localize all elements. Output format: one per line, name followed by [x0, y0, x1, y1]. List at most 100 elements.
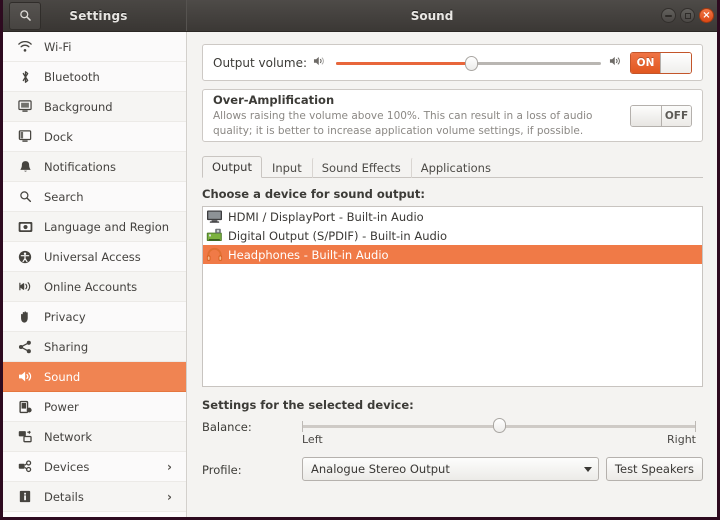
- balance-slider[interactable]: [302, 418, 696, 434]
- sidebar-item-label: Power: [44, 399, 79, 414]
- chevron-right-icon: ›: [167, 489, 172, 504]
- tab-input[interactable]: Input: [262, 157, 312, 178]
- slider-handle[interactable]: [493, 418, 506, 433]
- toggle-knob: [660, 52, 691, 73]
- sound-settings-content: Output volume: ON Over-Amplification All…: [188, 32, 717, 517]
- details-info-icon: [15, 490, 35, 503]
- over-amplification-toggle[interactable]: OFF: [630, 104, 692, 127]
- sidebar-item-devices[interactable]: Devices ›: [3, 452, 186, 482]
- sidebar-title: Settings: [69, 8, 128, 23]
- over-amplification-description: Allows raising the volume above 100%. Th…: [213, 110, 593, 137]
- slider-fill: [336, 61, 472, 65]
- sidebar-item-label: Universal Access: [44, 249, 141, 264]
- sidebar-item-privacy[interactable]: Privacy: [3, 302, 186, 332]
- language-icon: [15, 221, 35, 233]
- sidebar-item-label: Devices: [44, 459, 90, 474]
- output-volume-panel: Output volume: ON: [202, 44, 703, 81]
- sidebar-item-network[interactable]: Network: [3, 422, 186, 452]
- settings-window: Settings Sound × Wi-Fi Bluetooth Backgro…: [0, 0, 720, 520]
- minimize-button[interactable]: [661, 8, 676, 23]
- sidebar-item-search[interactable]: Search: [3, 182, 186, 212]
- window-title-area: Sound ×: [187, 0, 717, 31]
- close-button[interactable]: ×: [699, 8, 714, 23]
- device-list[interactable]: HDMI / DisplayPort - Built-in Audio Digi…: [202, 206, 703, 387]
- maximize-button[interactable]: [680, 8, 695, 23]
- sidebar-item-label: Online Accounts: [44, 279, 138, 294]
- device-list-heading: Choose a device for sound output:: [202, 187, 425, 201]
- tab-output[interactable]: Output: [202, 156, 262, 178]
- universal-access-icon: [15, 250, 35, 264]
- privacy-hand-icon: [15, 310, 35, 324]
- output-volume-label: Output volume:: [213, 55, 307, 70]
- speaker-low-icon: [313, 55, 326, 70]
- title-bar: Settings Sound ×: [3, 0, 717, 32]
- tab-applications[interactable]: Applications: [410, 157, 501, 178]
- sidebar-item-label: Language and Region: [44, 219, 170, 234]
- sidebar-item-universal-access[interactable]: Universal Access: [3, 242, 186, 272]
- chevron-down-icon: [583, 466, 592, 472]
- network-icon: [15, 430, 35, 443]
- dock-icon: [15, 130, 35, 143]
- sidebar-item-wifi[interactable]: Wi-Fi: [3, 32, 186, 62]
- sidebar-item-label: Wi-Fi: [44, 39, 72, 54]
- sidebar-item-sound[interactable]: Sound: [3, 362, 186, 392]
- slider-cap-left: [302, 421, 303, 432]
- sidebar-item-label: Notifications: [44, 159, 116, 174]
- bell-icon: [15, 160, 35, 174]
- settings-sidebar[interactable]: Wi-Fi Bluetooth Background Dock Notifica…: [3, 32, 187, 517]
- background-icon: [15, 100, 35, 113]
- maximize-icon: [685, 13, 691, 19]
- sidebar-item-online-accounts[interactable]: Online Accounts: [3, 272, 186, 302]
- sidebar-item-details[interactable]: Details ›: [3, 482, 186, 512]
- over-amplification-panel: Over-Amplification Allows raising the vo…: [202, 89, 703, 142]
- list-item[interactable]: HDMI / DisplayPort - Built-in Audio: [203, 207, 702, 226]
- profile-select[interactable]: Analogue Stereo Output: [302, 457, 599, 481]
- slider-handle[interactable]: [465, 55, 479, 71]
- output-volume-slider[interactable]: [336, 54, 601, 72]
- sidebar-item-label: Search: [44, 189, 84, 204]
- balance-right-label: Right: [667, 433, 696, 446]
- profile-row: Profile: Analogue Stereo Output Test Spe…: [202, 457, 703, 481]
- test-speakers-button[interactable]: Test Speakers: [605, 457, 703, 481]
- sound-icon: [15, 370, 35, 383]
- sidebar-item-dock[interactable]: Dock: [3, 122, 186, 152]
- balance-left-label: Left: [302, 433, 323, 446]
- balance-row: Balance: Left Right: [202, 418, 703, 446]
- device-label: HDMI / DisplayPort - Built-in Audio: [228, 209, 424, 224]
- balance-control[interactable]: Left Right: [302, 418, 703, 446]
- sidebar-item-bluetooth[interactable]: Bluetooth: [3, 62, 186, 92]
- sidebar-item-language-and-region[interactable]: Language and Region: [3, 212, 186, 242]
- sidebar-item-background[interactable]: Background: [3, 92, 186, 122]
- balance-label: Balance:: [202, 420, 252, 434]
- speaker-high-icon: [609, 55, 622, 70]
- sidebar-item-power[interactable]: Power: [3, 392, 186, 422]
- tab-sound-effects[interactable]: Sound Effects: [311, 157, 411, 178]
- list-item[interactable]: Digital Output (S/PDIF) - Built-in Audio: [203, 226, 702, 245]
- balance-endpoints: Left Right: [302, 433, 696, 446]
- devices-icon: [15, 460, 35, 473]
- search-button[interactable]: [9, 1, 41, 30]
- search-icon: [15, 190, 35, 203]
- bluetooth-icon: [15, 70, 35, 84]
- slider-cap-right: [695, 421, 696, 432]
- profile-value: Analogue Stereo Output: [311, 462, 450, 476]
- search-icon: [19, 10, 31, 21]
- monitor-icon: [206, 209, 224, 225]
- soundcard-icon: [206, 228, 224, 244]
- window-title: Sound: [410, 8, 454, 23]
- output-volume-toggle[interactable]: ON: [630, 51, 692, 74]
- sidebar-item-sharing[interactable]: Sharing: [3, 332, 186, 362]
- window-controls: ×: [661, 8, 714, 23]
- wifi-icon: [15, 40, 35, 53]
- over-amplification-text: Over-Amplification Allows raising the vo…: [213, 93, 624, 137]
- sidebar-item-label: Bluetooth: [44, 69, 100, 84]
- device-label: Headphones - Built-in Audio: [228, 247, 389, 262]
- headphones-icon: [206, 247, 224, 263]
- sound-tabs[interactable]: Output Input Sound Effects Applications: [202, 156, 703, 178]
- sidebar-item-label: Network: [44, 429, 93, 444]
- profile-label: Profile:: [202, 463, 242, 477]
- sidebar-item-notifications[interactable]: Notifications: [3, 152, 186, 182]
- minimize-icon: [665, 15, 672, 17]
- list-item[interactable]: Headphones - Built-in Audio: [203, 245, 702, 264]
- sidebar-item-label: Dock: [44, 129, 73, 144]
